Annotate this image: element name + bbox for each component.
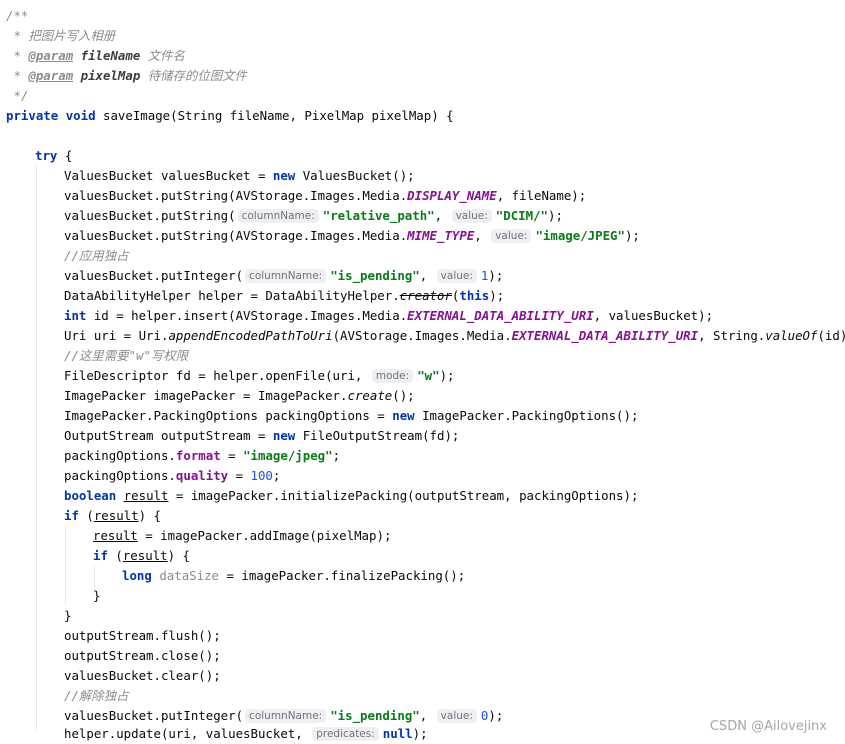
method-signature: private void saveImage(String fileName, … [6, 108, 454, 123]
watermark: CSDN @Ailovejinx [709, 719, 827, 734]
code-line: valuesBucket.clear(); [64, 668, 221, 683]
code-line: outputStream.close(); [64, 648, 221, 663]
code-comment: //这里需要"w"写权限 [64, 348, 189, 363]
parameter-hint: columnName: [245, 269, 327, 283]
code-line: boolean result = imagePacker.initializeP… [64, 488, 639, 503]
code-line: int id = helper.insert(AVStorage.Images.… [64, 308, 714, 323]
code-line: result = imagePacker.addImage(pixelMap); [93, 528, 392, 543]
code-line: long dataSize = imagePacker.finalizePack… [122, 568, 466, 583]
parameter-hint: columnName: [237, 209, 319, 223]
code-line: helper.update(uri, valuesBucket, predica… [64, 726, 428, 741]
parameter-hint: columnName: [245, 709, 327, 723]
code-comment: //解除独占 [64, 688, 129, 703]
indent-guide [36, 166, 37, 730]
indent-guide [65, 525, 66, 605]
parameter-hint: mode: [371, 369, 414, 383]
code-line: ImagePacker.PackingOptions packingOption… [64, 408, 639, 423]
code-line: } [64, 608, 72, 623]
code-line: valuesBucket.putInteger(columnName: "is_p… [64, 708, 504, 723]
code-line: valuesBucket.putString(columnName: "relat… [64, 208, 563, 223]
code-line: packingOptions.format = "image/jpeg"; [64, 448, 341, 463]
code-line: Uri uri = Uri.appendEncodedPathToUri(AVS… [64, 328, 845, 343]
code-line: } [93, 588, 101, 603]
parameter-hint: value: [436, 269, 477, 283]
parameter-hint: value: [451, 209, 492, 223]
code-line: valuesBucket.putString(AVStorage.Images.… [64, 188, 587, 203]
code-line: FileDescriptor fd = helper.openFile(uri,… [64, 368, 455, 383]
code-line: OutputStream outputStream = new FileOutp… [64, 428, 460, 443]
code-line: */ [6, 88, 29, 103]
code-line: outputStream.flush(); [64, 628, 221, 643]
code-comment: //应用独占 [64, 248, 129, 263]
parameter-hint: value: [436, 709, 477, 723]
code-line: DataAbilityHelper helper = DataAbilityHe… [64, 288, 505, 303]
code-line: ValuesBucket valuesBucket = new ValuesBu… [64, 168, 415, 183]
code-line: valuesBucket.putInteger(columnName: "is_p… [64, 268, 504, 283]
code-line: ImagePacker imagePacker = ImagePacker.cr… [64, 388, 415, 403]
code-line: * @param pixelMap 待储存的位图文件 [6, 68, 247, 83]
code-editor[interactable]: /** * 把图片写入相册 * @param fileName 文件名 * @p… [0, 0, 845, 742]
code-line: valuesBucket.putString(AVStorage.Images.… [64, 228, 640, 243]
code-line: if (result) { [93, 548, 190, 563]
code-line: * 把图片写入相册 [6, 28, 116, 43]
code-line: packingOptions.quality = 100; [64, 468, 281, 483]
parameter-hint: value: [491, 229, 532, 243]
code-line: try { [35, 148, 73, 163]
code-line: * @param fileName 文件名 [6, 48, 185, 63]
code-line: if (result) { [64, 508, 161, 523]
code-line: /** [6, 8, 29, 23]
parameter-hint: predicates: [312, 727, 379, 741]
